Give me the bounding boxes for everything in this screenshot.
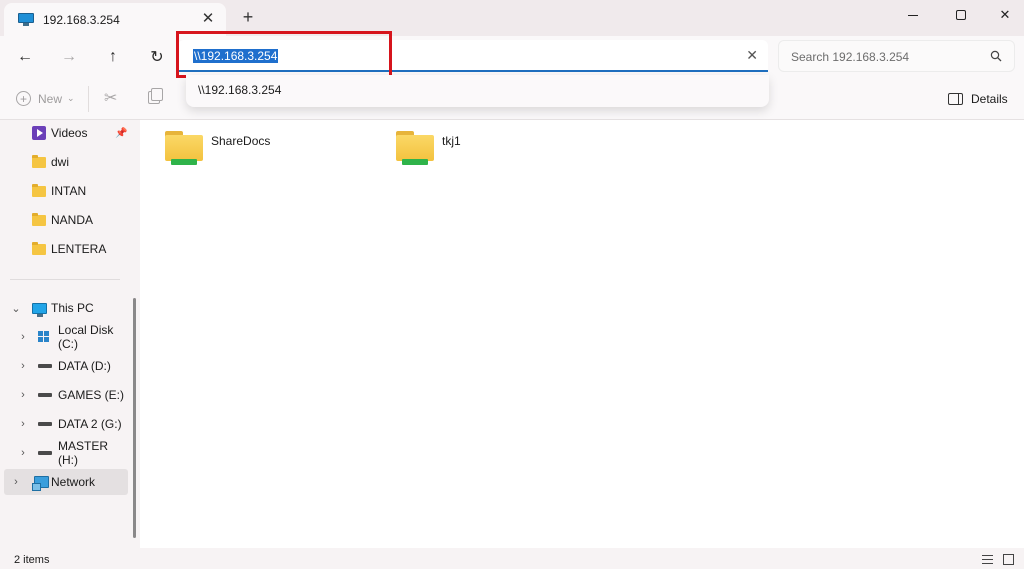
sidebar-item-this-pc[interactable]: ⌄ This PC bbox=[0, 295, 128, 321]
sidebar-item-label: MASTER (H:) bbox=[58, 439, 109, 467]
clear-address-icon[interactable]: ✕ bbox=[746, 47, 758, 64]
tab-title: 192.168.3.254 bbox=[43, 12, 120, 27]
folder-icon bbox=[32, 154, 46, 168]
new-tab-button[interactable]: + bbox=[238, 8, 258, 26]
sidebar-item-label: DATA 2 (G:) bbox=[58, 417, 122, 431]
navigation-pane: Videos 📌 dwi INTAN NANDA LENTERA ⌄ This … bbox=[0, 120, 140, 548]
chevron-right-icon[interactable]: › bbox=[18, 389, 28, 401]
computer-icon bbox=[18, 13, 34, 26]
item-count: 2 items bbox=[14, 554, 50, 566]
sidebar-item-label: Local Disk (C:) bbox=[58, 323, 114, 351]
sidebar-divider bbox=[10, 279, 120, 280]
sidebar-item-master-h[interactable]: › MASTER (H:) bbox=[0, 439, 128, 467]
chevron-right-icon[interactable]: › bbox=[18, 331, 28, 343]
folder-icon bbox=[32, 241, 46, 255]
toolbar-divider bbox=[88, 86, 89, 112]
sidebar-item-label: This PC bbox=[51, 301, 94, 315]
tiles-view-icon[interactable] bbox=[1003, 554, 1014, 565]
windows-drive-icon bbox=[38, 331, 50, 343]
shared-folder-icon bbox=[165, 131, 203, 165]
file-list: ShareDocs tkj1 bbox=[140, 120, 1024, 548]
minimize-icon bbox=[908, 14, 918, 16]
minimize-button[interactable] bbox=[890, 0, 936, 30]
sidebar-item-data2-g[interactable]: › DATA 2 (G:) bbox=[0, 411, 128, 437]
folder-item-sharedocs[interactable]: ShareDocs bbox=[165, 131, 270, 165]
sidebar-item-intan[interactable]: INTAN bbox=[0, 178, 128, 204]
sidebar-item-label: GAMES (E:) bbox=[58, 388, 125, 402]
pin-icon[interactable]: 📌 bbox=[115, 128, 127, 139]
details-view-icon[interactable] bbox=[982, 555, 993, 564]
tab-close-icon[interactable]: ✕ bbox=[200, 10, 216, 28]
sidebar-item-local-disk-c[interactable]: › Local Disk (C:) bbox=[0, 323, 128, 351]
address-suggestions: \\192.168.3.254 bbox=[186, 75, 769, 107]
folder-item-tkj1[interactable]: tkj1 bbox=[396, 131, 461, 165]
tab-network-location[interactable]: 192.168.3.254 ✕ bbox=[4, 3, 226, 36]
sidebar-item-dwi[interactable]: dwi bbox=[0, 149, 128, 175]
sidebar-item-label: LENTERA bbox=[51, 242, 107, 256]
drive-icon bbox=[38, 393, 52, 397]
details-button[interactable]: Details bbox=[948, 92, 1008, 106]
folder-icon bbox=[32, 183, 46, 197]
drive-icon bbox=[38, 451, 52, 455]
title-bar: 192.168.3.254 ✕ + ✕ bbox=[0, 0, 1024, 36]
sidebar-item-nanda[interactable]: NANDA bbox=[0, 207, 128, 233]
sidebar-item-data-d[interactable]: › DATA (D:) bbox=[0, 353, 128, 379]
cut-icon[interactable]: ✂ bbox=[104, 88, 117, 108]
search-input[interactable]: Search 192.168.3.254 bbox=[791, 50, 909, 64]
drive-icon bbox=[38, 422, 52, 426]
sidebar-item-videos[interactable]: Videos 📌 bbox=[0, 120, 128, 146]
copy-icon[interactable] bbox=[148, 88, 163, 104]
folder-name: ShareDocs bbox=[211, 134, 271, 148]
sidebar-item-label: Network bbox=[51, 475, 96, 489]
chevron-right-icon[interactable]: › bbox=[18, 360, 28, 372]
folder-icon bbox=[32, 212, 46, 226]
sidebar-item-games-e[interactable]: › GAMES (E:) bbox=[0, 382, 128, 408]
details-pane-icon bbox=[948, 93, 963, 105]
search-icon bbox=[990, 50, 1002, 62]
chevron-right-icon[interactable]: › bbox=[18, 447, 28, 459]
status-bar: 2 items bbox=[0, 548, 1024, 569]
address-input[interactable]: \\192.168.3.254 bbox=[193, 49, 279, 63]
details-label: Details bbox=[971, 92, 1008, 106]
chevron-down-icon: ⌄ bbox=[67, 93, 75, 103]
close-window-button[interactable]: ✕ bbox=[982, 0, 1024, 30]
sidebar-item-label: NANDA bbox=[51, 213, 94, 227]
sidebar-item-label: Videos bbox=[51, 126, 88, 140]
sidebar-item-label: DATA (D:) bbox=[58, 359, 111, 373]
this-pc-icon bbox=[32, 302, 47, 317]
new-button[interactable]: + New ⌄ bbox=[16, 91, 75, 106]
navigation-bar: ← → ↑ ↻ \\192.168.3.254 ✕ Search 192.168… bbox=[0, 36, 1024, 78]
network-icon bbox=[32, 476, 49, 491]
sidebar-item-lentera[interactable]: LENTERA bbox=[0, 236, 128, 262]
maximize-button[interactable] bbox=[938, 0, 984, 30]
forward-button[interactable]: → bbox=[54, 42, 84, 72]
drive-icon bbox=[38, 364, 52, 368]
chevron-right-icon[interactable]: › bbox=[18, 418, 28, 430]
sidebar-item-label: INTAN bbox=[51, 184, 87, 198]
shared-folder-icon bbox=[396, 131, 434, 165]
suggestion-item[interactable]: \\192.168.3.254 bbox=[198, 83, 281, 97]
new-label: New bbox=[38, 91, 63, 106]
chevron-down-icon[interactable]: ⌄ bbox=[11, 302, 21, 315]
search-box[interactable]: Search 192.168.3.254 bbox=[778, 40, 1015, 72]
sidebar-scrollbar[interactable] bbox=[133, 298, 136, 538]
video-icon bbox=[32, 126, 46, 140]
sidebar-item-label: dwi bbox=[51, 155, 70, 169]
plus-icon: + bbox=[16, 91, 31, 106]
folder-name: tkj1 bbox=[442, 134, 461, 148]
chevron-right-icon[interactable]: › bbox=[11, 476, 21, 488]
refresh-button[interactable]: ↻ bbox=[142, 42, 172, 72]
back-button[interactable]: ← bbox=[10, 42, 40, 72]
up-button[interactable]: ↑ bbox=[98, 42, 128, 72]
sidebar-item-network[interactable]: › Network bbox=[4, 469, 128, 495]
address-bar[interactable]: \\192.168.3.254 ✕ bbox=[178, 40, 768, 72]
maximize-icon bbox=[956, 10, 966, 20]
